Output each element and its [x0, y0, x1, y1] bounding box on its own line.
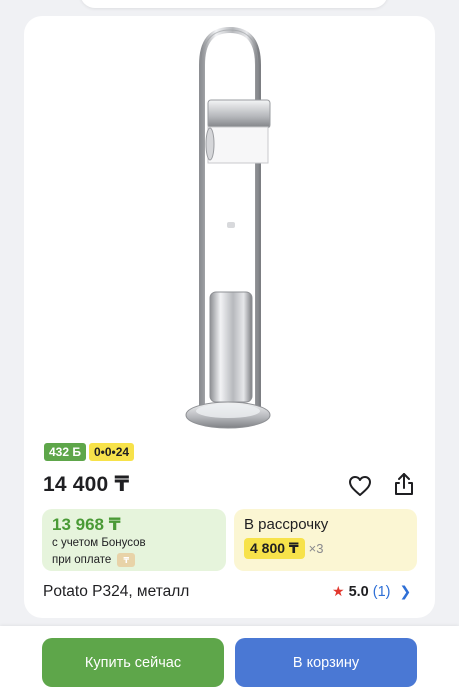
- badges: 432 Б 0•0•24: [44, 443, 135, 461]
- share-icon: [395, 473, 413, 495]
- product-image: [185, 26, 271, 429]
- rating-link[interactable]: ★ 5.0 (1) ❯: [332, 583, 411, 600]
- installment-multiplier: ×3: [308, 541, 324, 556]
- buy-now-button[interactable]: Купить сейчас: [42, 638, 224, 687]
- installment-row: 4 800 ₸ ×3: [244, 538, 324, 559]
- product-price: 14 400 ₸: [43, 473, 130, 496]
- product-title: Potato P324, металл: [43, 583, 190, 600]
- chevron-right-icon: ❯: [399, 583, 412, 599]
- bonus-badge: 432 Б: [44, 443, 86, 461]
- heart-icon: [349, 476, 371, 496]
- installment-amount: 4 800 ₸: [244, 538, 305, 559]
- rating-value: 5.0: [348, 583, 369, 600]
- payment-card-icon: ₸: [117, 553, 136, 567]
- installment-badge: 0•0•24: [88, 443, 135, 461]
- installment-title: В рассрочку: [244, 516, 329, 533]
- search-bar[interactable]: [80, 0, 388, 8]
- review-count: (1): [372, 583, 391, 600]
- bonus-note-line2-row: при оплате ₸: [52, 553, 136, 567]
- star-icon: ★: [332, 583, 345, 599]
- installment-box[interactable]: В рассрочку 4 800 ₸ ×3: [234, 509, 417, 571]
- bonus-price: 13 968 ₸: [52, 515, 121, 534]
- bottom-action-bar: Купить сейчас В корзину: [0, 626, 459, 699]
- bonus-price-box[interactable]: 13 968 ₸ с учетом Бонусов при оплате ₸: [42, 509, 226, 571]
- share-button[interactable]: [389, 469, 419, 499]
- bonus-note-line1: с учетом Бонусов: [52, 537, 146, 549]
- add-to-cart-button[interactable]: В корзину: [235, 638, 417, 687]
- favorite-button[interactable]: [345, 471, 375, 501]
- bonus-note-line2: при оплате: [52, 554, 112, 566]
